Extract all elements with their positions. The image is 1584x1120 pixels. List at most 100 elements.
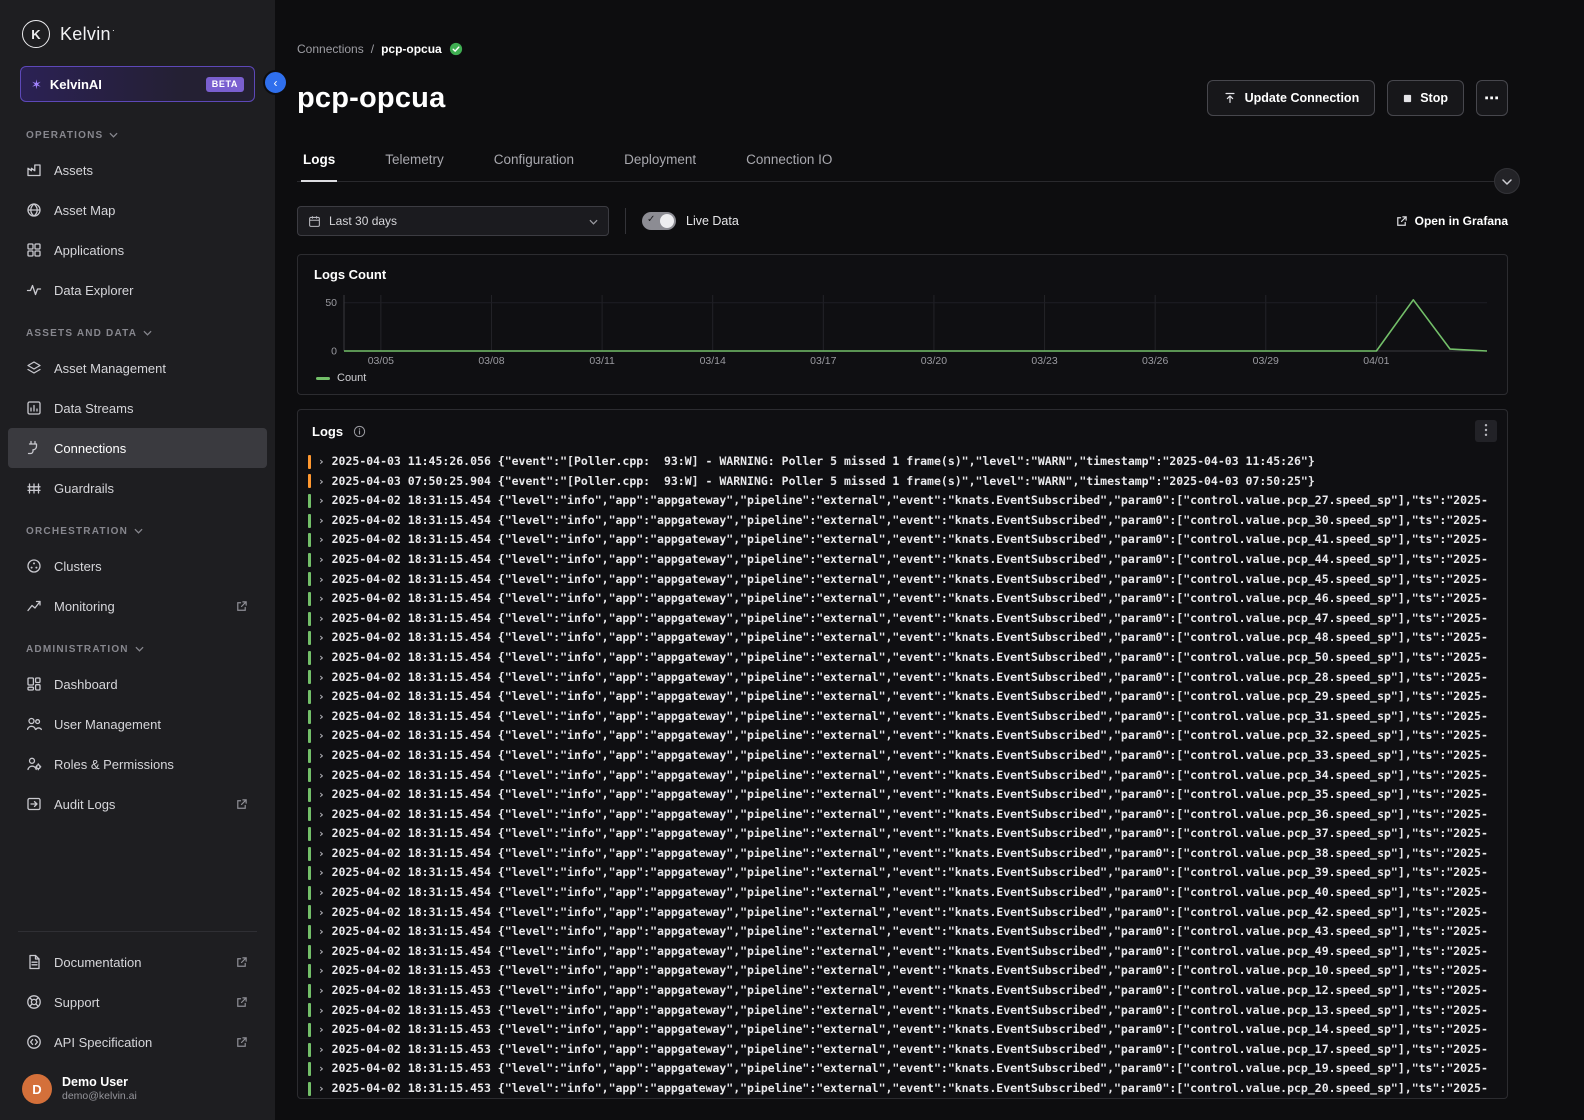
sidebar-section-assets-and-data[interactable]: Assets and Data (8, 318, 267, 348)
sidebar-item-api-specification[interactable]: API Specification (8, 1022, 267, 1062)
toggle-knob (660, 214, 674, 228)
update-connection-button[interactable]: Update Connection (1207, 80, 1376, 116)
log-row[interactable]: ›2025-04-02 18:31:15.453 {"level":"info"… (308, 961, 1507, 981)
log-row[interactable]: ›2025-04-02 18:31:15.454 {"level":"info"… (308, 805, 1507, 825)
log-row[interactable]: ›2025-04-02 18:31:15.454 {"level":"info"… (308, 785, 1507, 805)
log-row[interactable]: ›2025-04-02 18:31:15.454 {"level":"info"… (308, 530, 1507, 550)
log-row[interactable]: ›2025-04-02 18:31:15.454 {"level":"info"… (308, 648, 1507, 668)
tab-telemetry[interactable]: Telemetry (383, 142, 446, 182)
log-level-bar (308, 631, 311, 645)
logs-count-chart[interactable]: 03/0503/0803/1103/1403/1703/2003/2303/26… (314, 290, 1491, 368)
user-menu[interactable]: D Demo User demo@kelvin.ai (0, 1062, 275, 1120)
expand-chevron-icon: › (318, 981, 325, 1001)
log-row[interactable]: ›2025-04-02 18:31:15.454 {"level":"info"… (308, 628, 1507, 648)
data-explorer-icon (26, 282, 42, 298)
sidebar-collapse-button[interactable]: ‹ (263, 70, 288, 95)
tab-configuration[interactable]: Configuration (492, 142, 576, 182)
more-actions-button[interactable]: ⋯ (1476, 80, 1508, 116)
sidebar-item-applications[interactable]: Applications (8, 230, 267, 270)
tab-deployment[interactable]: Deployment (622, 142, 698, 182)
audit-logs-icon (26, 796, 42, 812)
log-row[interactable]: ›2025-04-02 18:31:15.453 {"level":"info"… (308, 1059, 1507, 1079)
sidebar-item-roles-permissions[interactable]: Roles & Permissions (8, 744, 267, 784)
sidebar-item-asset-map[interactable]: Asset Map (8, 190, 267, 230)
sidebar-section-orchestration[interactable]: Orchestration (8, 516, 267, 546)
log-text: 2025-04-02 18:31:15.454 {"level":"info",… (332, 511, 1488, 531)
stop-button[interactable]: Stop (1387, 80, 1464, 116)
stop-label: Stop (1420, 91, 1448, 105)
tabs-collapse-button[interactable] (1494, 168, 1520, 194)
sidebar-item-assets[interactable]: Assets (8, 150, 267, 190)
log-row[interactable]: ›2025-04-02 18:31:15.453 {"level":"info"… (308, 1079, 1507, 1098)
log-row[interactable]: ›2025-04-02 18:31:15.454 {"level":"info"… (308, 707, 1507, 727)
svg-text:04/01: 04/01 (1363, 355, 1389, 367)
expand-chevron-icon: › (318, 785, 325, 805)
info-icon[interactable] (353, 425, 366, 438)
log-row[interactable]: ›2025-04-03 11:45:26.056 {"event":"[Poll… (308, 452, 1507, 472)
log-row[interactable]: ›2025-04-03 07:50:25.904 {"event":"[Poll… (308, 472, 1507, 492)
expand-chevron-icon: › (318, 844, 325, 864)
filter-toolbar: Last 30 days ✓ Live Data Open in Grafana (297, 206, 1508, 236)
log-level-bar (308, 690, 311, 704)
log-row[interactable]: ›2025-04-02 18:31:15.454 {"level":"info"… (308, 511, 1507, 531)
log-row[interactable]: ›2025-04-02 18:31:15.454 {"level":"info"… (308, 942, 1507, 962)
log-level-bar (308, 925, 311, 939)
log-row[interactable]: ›2025-04-02 18:31:15.453 {"level":"info"… (308, 981, 1507, 1001)
tab-logs[interactable]: Logs (301, 142, 337, 182)
sidebar-item-user-management[interactable]: User Management (8, 704, 267, 744)
sidebar-item-connections[interactable]: Connections (8, 428, 267, 468)
log-row[interactable]: ›2025-04-02 18:31:15.454 {"level":"info"… (308, 726, 1507, 746)
sidebar-item-asset-management[interactable]: Asset Management (8, 348, 267, 388)
title-row: pcp-opcua Update Connection Stop ⋯ (297, 80, 1508, 116)
sidebar-item-guardrails[interactable]: Guardrails (8, 468, 267, 508)
log-text: 2025-04-02 18:31:15.454 {"level":"info",… (332, 746, 1488, 766)
sidebar-item-data-streams[interactable]: Data Streams (8, 388, 267, 428)
date-range-dropdown[interactable]: Last 30 days (297, 206, 609, 236)
sidebar-item-documentation[interactable]: Documentation (8, 942, 267, 982)
brand-name: Kelvin (60, 24, 115, 45)
api-specification-icon (26, 1034, 42, 1050)
log-row[interactable]: ›2025-04-02 18:31:15.454 {"level":"info"… (308, 903, 1507, 923)
breadcrumb-parent[interactable]: Connections (297, 42, 364, 56)
log-row[interactable]: ›2025-04-02 18:31:15.454 {"level":"info"… (308, 609, 1507, 629)
log-row[interactable]: ›2025-04-02 18:31:15.454 {"level":"info"… (308, 883, 1507, 903)
log-row[interactable]: ›2025-04-02 18:31:15.454 {"level":"info"… (308, 922, 1507, 942)
log-row[interactable]: ›2025-04-02 18:31:15.454 {"level":"info"… (308, 824, 1507, 844)
log-level-bar (308, 592, 311, 606)
svg-text:0: 0 (331, 346, 337, 358)
clusters-icon (26, 558, 42, 574)
log-text: 2025-04-03 11:45:26.056 {"event":"[Polle… (332, 452, 1315, 472)
upload-icon (1223, 91, 1237, 105)
log-row[interactable]: ›2025-04-02 18:31:15.454 {"level":"info"… (308, 766, 1507, 786)
log-row[interactable]: ›2025-04-02 18:31:15.454 {"level":"info"… (308, 589, 1507, 609)
open-in-grafana-link[interactable]: Open in Grafana (1395, 214, 1508, 228)
log-level-bar (308, 807, 311, 821)
sidebar-section-operations[interactable]: Operations (8, 120, 267, 150)
log-row[interactable]: ›2025-04-02 18:31:15.453 {"level":"info"… (308, 1001, 1507, 1021)
sidebar-item-kelvinai[interactable]: ✶ KelvinAI BETA (20, 66, 255, 102)
sidebar-item-monitoring[interactable]: Monitoring (8, 586, 267, 626)
log-row[interactable]: ›2025-04-02 18:31:15.454 {"level":"info"… (308, 746, 1507, 766)
log-row[interactable]: ›2025-04-02 18:31:15.454 {"level":"info"… (308, 550, 1507, 570)
sidebar-item-support[interactable]: Support (8, 982, 267, 1022)
log-row[interactable]: ›2025-04-02 18:31:15.454 {"level":"info"… (308, 687, 1507, 707)
log-row[interactable]: ›2025-04-02 18:31:15.454 {"level":"info"… (308, 844, 1507, 864)
log-row[interactable]: ›2025-04-02 18:31:15.454 {"level":"info"… (308, 863, 1507, 883)
sidebar-section-administration[interactable]: Administration (8, 634, 267, 664)
logs-menu-button[interactable] (1475, 420, 1497, 442)
log-row[interactable]: ›2025-04-02 18:31:15.453 {"level":"info"… (308, 1040, 1507, 1060)
log-text: 2025-04-02 18:31:15.454 {"level":"info",… (332, 628, 1488, 648)
log-row[interactable]: ›2025-04-02 18:31:15.454 {"level":"info"… (308, 668, 1507, 688)
chart-legend[interactable]: Count (316, 372, 1491, 384)
sidebar-item-audit-logs[interactable]: Audit Logs (8, 784, 267, 824)
sidebar-item-dashboard[interactable]: Dashboard (8, 664, 267, 704)
log-row[interactable]: ›2025-04-02 18:31:15.454 {"level":"info"… (308, 570, 1507, 590)
log-text: 2025-04-02 18:31:15.454 {"level":"info",… (332, 903, 1488, 923)
brand-logo[interactable]: K Kelvin (0, 0, 275, 60)
log-row[interactable]: ›2025-04-02 18:31:15.454 {"level":"info"… (308, 491, 1507, 511)
live-data-toggle[interactable]: ✓ (642, 212, 676, 230)
tab-connection-io[interactable]: Connection IO (744, 142, 834, 182)
sidebar-item-data-explorer[interactable]: Data Explorer (8, 270, 267, 310)
sidebar-item-clusters[interactable]: Clusters (8, 546, 267, 586)
log-row[interactable]: ›2025-04-02 18:31:15.453 {"level":"info"… (308, 1020, 1507, 1040)
